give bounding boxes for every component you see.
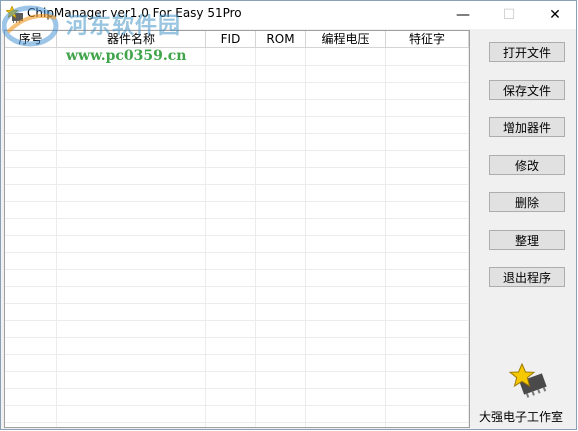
grid-row-line xyxy=(5,422,469,423)
minimize-button[interactable]: — xyxy=(440,1,486,29)
column-header-fid[interactable]: FID xyxy=(206,31,256,48)
grid-row-line xyxy=(5,388,469,389)
watermark-site-name: 河东软件园 xyxy=(66,13,182,39)
close-icon: ✕ xyxy=(549,7,561,23)
grid-row-line xyxy=(5,303,469,304)
grid-row-line xyxy=(5,201,469,202)
grid-row-line xyxy=(5,371,469,372)
grid-row-line xyxy=(5,99,469,100)
grid-row-line xyxy=(5,337,469,338)
grid-row-line xyxy=(5,235,469,236)
grid-row-line xyxy=(5,218,469,219)
grid-row-line xyxy=(5,269,469,270)
grid-row-line xyxy=(5,184,469,185)
maximize-button[interactable]: ☐ xyxy=(486,1,532,29)
save-file-button[interactable]: 保存文件 xyxy=(489,80,565,100)
open-file-button[interactable]: 打开文件 xyxy=(489,42,565,62)
grid-row-line xyxy=(5,167,469,168)
add-device-button[interactable]: 增加器件 xyxy=(489,117,565,137)
exit-button[interactable]: 退出程序 xyxy=(489,267,565,287)
watermark-url: www.pc0359.cn xyxy=(66,48,187,64)
grid-row-line xyxy=(5,150,469,151)
maximize-icon: ☐ xyxy=(502,7,516,23)
star-chip-icon xyxy=(509,363,547,398)
studio-name: 大强电子工作室 xyxy=(479,410,564,424)
list-grid xyxy=(5,48,469,427)
column-header-signature[interactable]: 特征字 xyxy=(386,31,469,48)
grid-row-line xyxy=(5,354,469,355)
minimize-icon: — xyxy=(456,7,470,23)
grid-row-line xyxy=(5,286,469,287)
grid-row-line xyxy=(5,320,469,321)
column-header-rom[interactable]: ROM xyxy=(256,31,306,48)
grid-row-line xyxy=(5,82,469,83)
grid-row-line xyxy=(5,65,469,66)
tidy-button[interactable]: 整理 xyxy=(489,230,565,250)
column-header-voltage[interactable]: 编程电压 xyxy=(306,31,386,48)
grid-row-line xyxy=(5,252,469,253)
grid-row-line xyxy=(5,116,469,117)
grid-row-line xyxy=(5,133,469,134)
watermark-logo xyxy=(2,5,59,47)
grid-row-line xyxy=(5,405,469,406)
delete-button[interactable]: 删除 xyxy=(489,192,565,212)
edit-button[interactable]: 修改 xyxy=(489,155,565,175)
app-window: ChipManager ver1.0 For Easy 51Pro — ☐ ✕ … xyxy=(0,0,577,430)
close-button[interactable]: ✕ xyxy=(532,1,578,29)
chip-list-view[interactable]: 序号 器件名称 FID ROM 编程电压 特征字 xyxy=(4,30,470,428)
